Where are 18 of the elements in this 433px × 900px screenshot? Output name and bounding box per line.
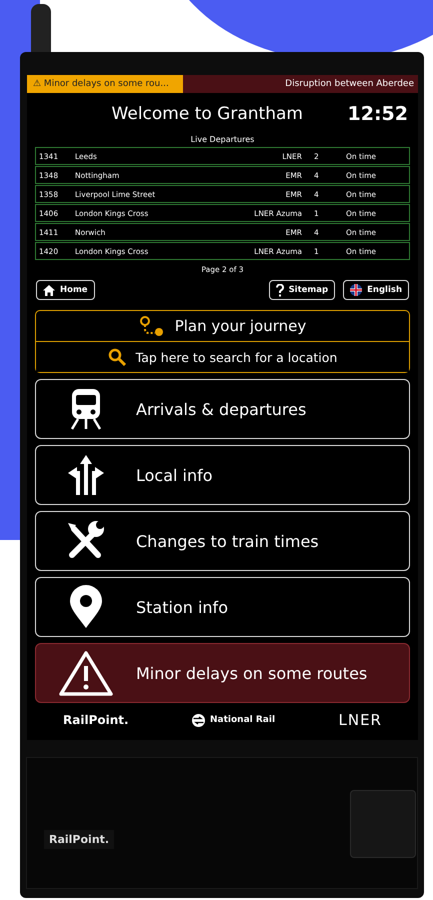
- cabinet-label: RailPoint.: [44, 830, 114, 849]
- lner-logo: LNER: [338, 711, 382, 729]
- alert-button[interactable]: Minor delays on some routes: [35, 643, 410, 703]
- journey-title: Plan your journey: [174, 317, 306, 335]
- welcome-title: Welcome to Grantham: [110, 104, 304, 124]
- news-ticker: Disruption between Aberdee: [183, 75, 418, 93]
- national-rail-logo: National Rail: [192, 714, 276, 726]
- clock: 12:52: [348, 103, 408, 125]
- menu-button[interactable]: Station info: [35, 577, 410, 637]
- menu-button[interactable]: Arrivals & departures: [35, 379, 410, 439]
- language-button[interactable]: English: [343, 280, 409, 300]
- sitemap-button[interactable]: Sitemap: [268, 280, 336, 300]
- menu-button[interactable]: Changes to train times: [35, 511, 410, 571]
- railpoint-logo: RailPoint.: [63, 713, 129, 727]
- departures-title: Live Departures: [190, 135, 256, 144]
- home-button[interactable]: Home: [36, 280, 95, 300]
- alert-banner[interactable]: ⚠ Minor delays on some rou...: [27, 75, 183, 93]
- menu-button[interactable]: Local info: [35, 445, 410, 505]
